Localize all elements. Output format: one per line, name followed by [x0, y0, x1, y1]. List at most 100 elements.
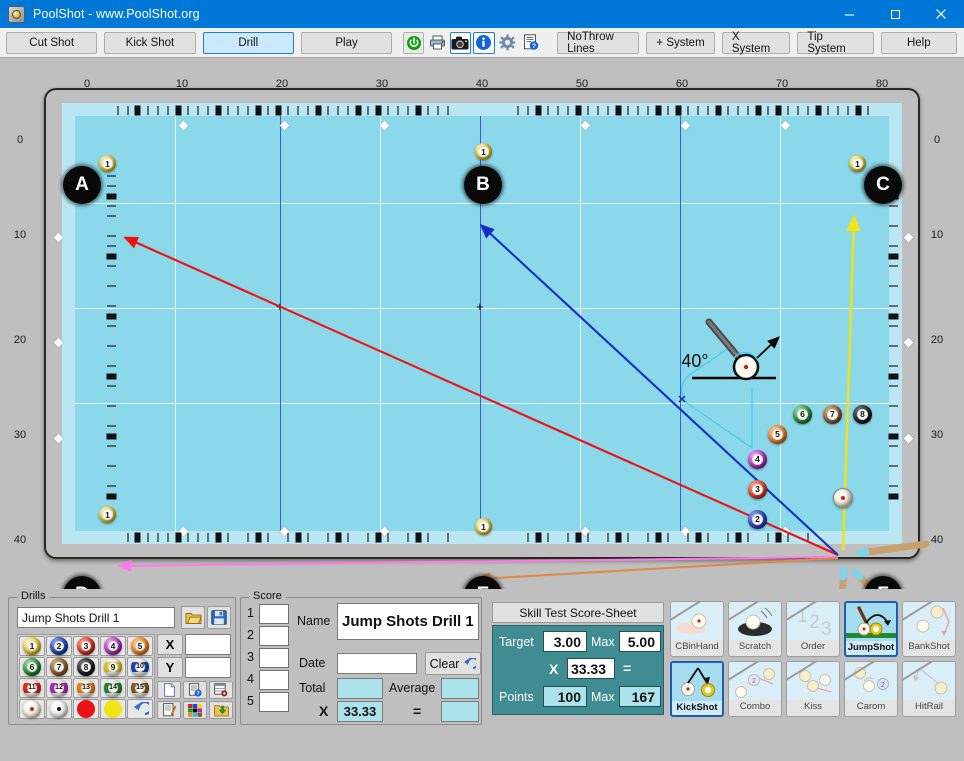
clear-button[interactable]: Clear: [425, 652, 481, 675]
target-ball-1[interactable]: 1: [99, 506, 116, 523]
skill-test-header[interactable]: Skill Test Score-Sheet: [492, 602, 664, 623]
score-row-input-1[interactable]: [259, 604, 289, 624]
target-max-value[interactable]: 5.00: [619, 631, 661, 652]
coord-y-input[interactable]: [185, 657, 231, 678]
palette-ball-11[interactable]: 11: [19, 678, 45, 698]
drill-type-scratch[interactable]: Scratch: [728, 601, 782, 657]
multiplier-value[interactable]: 33.33: [337, 701, 383, 722]
drill-type-order[interactable]: 123 Order: [786, 601, 840, 657]
pocket-B[interactable]: B: [464, 166, 502, 204]
object-ball-6[interactable]: 6: [793, 405, 812, 424]
ball-palette[interactable]: 1 2 3 4 5 6 7 8 9 10 11 12 13 14 15: [17, 634, 155, 719]
color-palette-icon[interactable]: [183, 701, 207, 719]
power-icon[interactable]: [402, 31, 425, 54]
undo-arrow-icon[interactable]: [127, 699, 153, 719]
button-help[interactable]: Help: [880, 31, 957, 54]
minimize-button[interactable]: [826, 0, 872, 28]
undo-arrow-icon: [464, 657, 477, 669]
drill-type-hitrail[interactable]: HitRail: [902, 661, 956, 717]
palette-cue-ball-red-dot[interactable]: [19, 699, 45, 719]
palette-ball-9[interactable]: 9: [100, 657, 126, 677]
coord-x-label: X: [157, 634, 183, 655]
palette-ball-10[interactable]: 10: [127, 657, 153, 677]
target-value[interactable]: 3.00: [543, 631, 587, 652]
button-x-system[interactable]: X System: [721, 31, 791, 55]
palette-ball-8[interactable]: 8: [73, 657, 99, 677]
drill-type-cbinhand[interactable]: CBinHand: [670, 601, 724, 657]
tab-play[interactable]: Play: [300, 31, 393, 54]
palette-ball-5[interactable]: 5: [127, 636, 153, 656]
palette-ball-2[interactable]: 2: [46, 636, 72, 656]
skill-factor-value[interactable]: 33.33: [567, 658, 615, 679]
bottom-panel: Drills Jump Shots Drill 1 1 2 3 4 5 6 7 …: [0, 589, 964, 761]
info-icon[interactable]: [473, 31, 495, 54]
palette-ball-1[interactable]: 1: [19, 636, 45, 656]
printer-icon[interactable]: [426, 31, 448, 54]
palette-yellow-spot-ball[interactable]: [100, 699, 126, 719]
palette-ball-7[interactable]: 7: [46, 657, 72, 677]
tab-cut-shot[interactable]: Cut Shot: [6, 31, 98, 54]
table-settings-icon[interactable]: [209, 681, 233, 699]
score-row-input-3[interactable]: [259, 648, 289, 668]
ball-number: 1: [26, 640, 38, 652]
coord-x-input[interactable]: [185, 634, 231, 655]
ball-number: 3: [751, 483, 764, 496]
camera-icon[interactable]: [449, 31, 472, 54]
object-ball-5[interactable]: 5: [768, 425, 787, 444]
edit-notes-icon[interactable]: [157, 701, 181, 719]
palette-ball-15[interactable]: 15: [127, 678, 153, 698]
palette-ball-13[interactable]: 13: [73, 678, 99, 698]
drill-name-input[interactable]: Jump Shots Drill 1: [17, 607, 175, 628]
palette-ball-12[interactable]: 12: [46, 678, 72, 698]
object-ball-4[interactable]: 4: [748, 450, 767, 469]
document-help-icon[interactable]: ?: [519, 31, 542, 54]
tab-kick-shot[interactable]: Kick Shot: [104, 31, 196, 54]
close-button[interactable]: [918, 0, 964, 28]
palette-ball-3[interactable]: 3: [73, 636, 99, 656]
save-disk-icon[interactable]: [207, 606, 231, 629]
target-ball-1[interactable]: 1: [99, 155, 116, 172]
palette-ball-14[interactable]: 14: [100, 678, 126, 698]
score-row-input-2[interactable]: [259, 626, 289, 646]
drill-type-combo[interactable]: 2 Combo: [728, 661, 782, 717]
score-row-index-5: 5: [247, 694, 254, 708]
palette-cue-ball-black-dot[interactable]: [46, 699, 72, 719]
pool-table-board[interactable]: 0 10 20 30 40 50 60 70 80 0 10 20 30 40 …: [0, 58, 964, 614]
object-ball-3[interactable]: 3: [748, 480, 767, 499]
date-input[interactable]: [337, 653, 417, 674]
new-page-icon[interactable]: [157, 681, 181, 699]
object-ball-7[interactable]: 7: [823, 405, 842, 424]
drill-type-carom[interactable]: 2 Carom: [844, 661, 898, 717]
cue-ball[interactable]: [833, 488, 853, 508]
button-nothrow-lines[interactable]: NoThrow Lines: [557, 31, 640, 55]
palette-ball-4[interactable]: 4: [100, 636, 126, 656]
ball-number: 2: [53, 640, 65, 652]
object-ball-8[interactable]: 8: [853, 405, 872, 424]
drill-type-bankshot[interactable]: BankShot: [902, 601, 956, 657]
ball-number: 15: [134, 682, 146, 694]
target-ball-1[interactable]: 1: [475, 143, 492, 160]
palette-red-spot-ball[interactable]: [73, 699, 99, 719]
maximize-button[interactable]: [872, 0, 918, 28]
target-ball-1[interactable]: 1: [475, 518, 492, 535]
open-folder-icon[interactable]: [181, 606, 205, 629]
export-folder-icon[interactable]: [209, 701, 233, 719]
gear-icon[interactable]: [496, 31, 518, 54]
drill-type-jumpshot[interactable]: JumpShot: [844, 601, 898, 657]
tab-drill[interactable]: Drill: [202, 31, 294, 54]
score-row-input-4[interactable]: [259, 670, 289, 690]
name-input[interactable]: Jump Shots Drill 1: [337, 603, 479, 640]
object-ball-2[interactable]: 2: [748, 510, 767, 529]
ball-number: 1: [102, 509, 113, 520]
button-plus-system[interactable]: + System: [646, 31, 715, 54]
page-help-icon[interactable]: ?: [183, 681, 207, 699]
pocket-C[interactable]: C: [864, 166, 902, 204]
score-row-input-5[interactable]: [259, 692, 289, 712]
target-ball-1[interactable]: 1: [849, 155, 866, 172]
drill-type-kickshot[interactable]: KickShot: [670, 661, 724, 717]
drill-type-kiss[interactable]: Kiss: [786, 661, 840, 717]
app-icon: [8, 5, 25, 23]
button-tip-system[interactable]: Tip System: [797, 31, 874, 55]
palette-ball-6[interactable]: 6: [19, 657, 45, 677]
pocket-A[interactable]: A: [63, 166, 101, 204]
